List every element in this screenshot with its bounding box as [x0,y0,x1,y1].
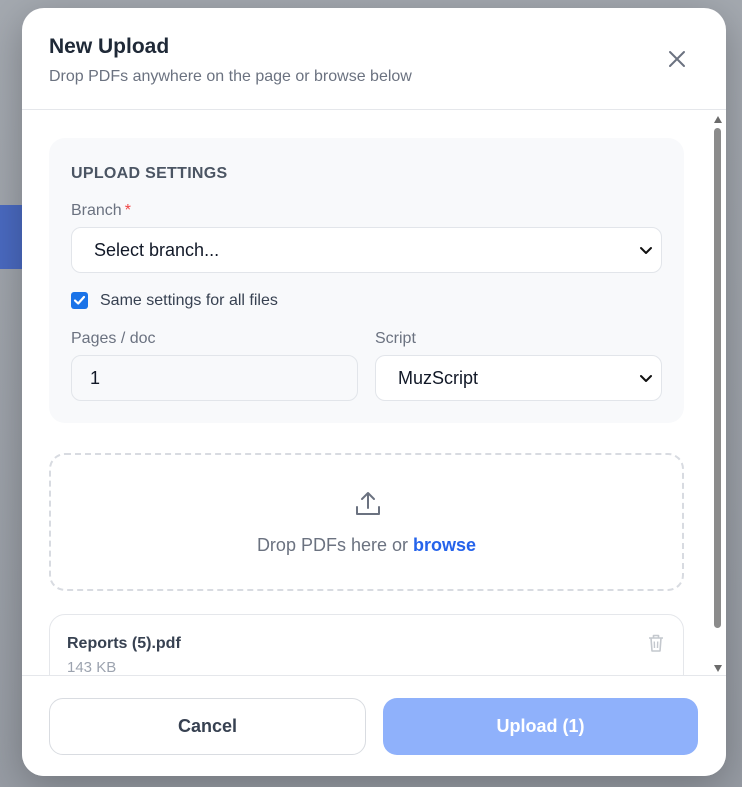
cancel-button[interactable]: Cancel [49,698,366,755]
script-select-value: MuzScript [398,367,479,388]
dropzone-text: Drop PDFs here or browse [51,535,682,556]
upload-button[interactable]: Upload (1) [383,698,698,755]
pages-input[interactable]: 1 [71,355,358,401]
close-icon [669,51,685,67]
branch-select[interactable]: Select branch... [71,227,662,273]
dialog-subtitle: Drop PDFs anywhere on the page or browse… [49,68,412,85]
script-select[interactable]: MuzScript [375,355,662,401]
required-mark: * [124,202,131,219]
same-settings-label[interactable]: Same settings for all files [100,292,278,310]
branch-label-text: Branch [71,202,122,219]
file-size: 143 KB [67,659,117,675]
body-scrollbar[interactable] [713,114,723,672]
file-name: Reports (5).pdf [67,635,181,652]
upload-dialog: New Upload Drop PDFs anywhere on the pag… [22,8,726,776]
chevron-down-icon [640,375,652,382]
dialog-body: UPLOAD SETTINGS Branch * Select branch...… [22,110,726,675]
scroll-up-arrow-icon[interactable] [714,116,722,123]
browse-link[interactable]: browse [413,535,476,555]
file-item: Reports (5).pdf 143 KB [49,614,684,675]
remove-file-button[interactable] [647,633,665,653]
upload-icon [356,492,380,515]
chevron-down-icon [640,247,652,254]
upload-settings-panel: UPLOAD SETTINGS Branch * Select branch...… [49,138,684,423]
pdf-dropzone[interactable]: Drop PDFs here or browse [49,453,684,591]
branch-select-value: Select branch... [94,239,220,260]
scroll-down-arrow-icon[interactable] [714,665,722,672]
checkmark-icon [73,295,86,305]
branch-label: Branch * [71,202,131,220]
pages-label: Pages / doc [71,330,156,347]
background-accent [0,205,24,269]
settings-heading: UPLOAD SETTINGS [71,165,228,182]
dialog-footer: Cancel Upload (1) [22,675,726,776]
trash-icon [649,634,663,652]
close-button[interactable] [662,44,692,74]
scrollbar-thumb[interactable] [714,128,721,628]
script-label: Script [375,330,416,347]
dialog-header: New Upload Drop PDFs anywhere on the pag… [22,8,726,110]
pages-input-value: 1 [90,367,101,388]
dialog-title: New Upload [49,35,170,58]
same-settings-checkbox[interactable] [71,292,88,309]
dropzone-prompt: Drop PDFs here or [256,535,408,555]
